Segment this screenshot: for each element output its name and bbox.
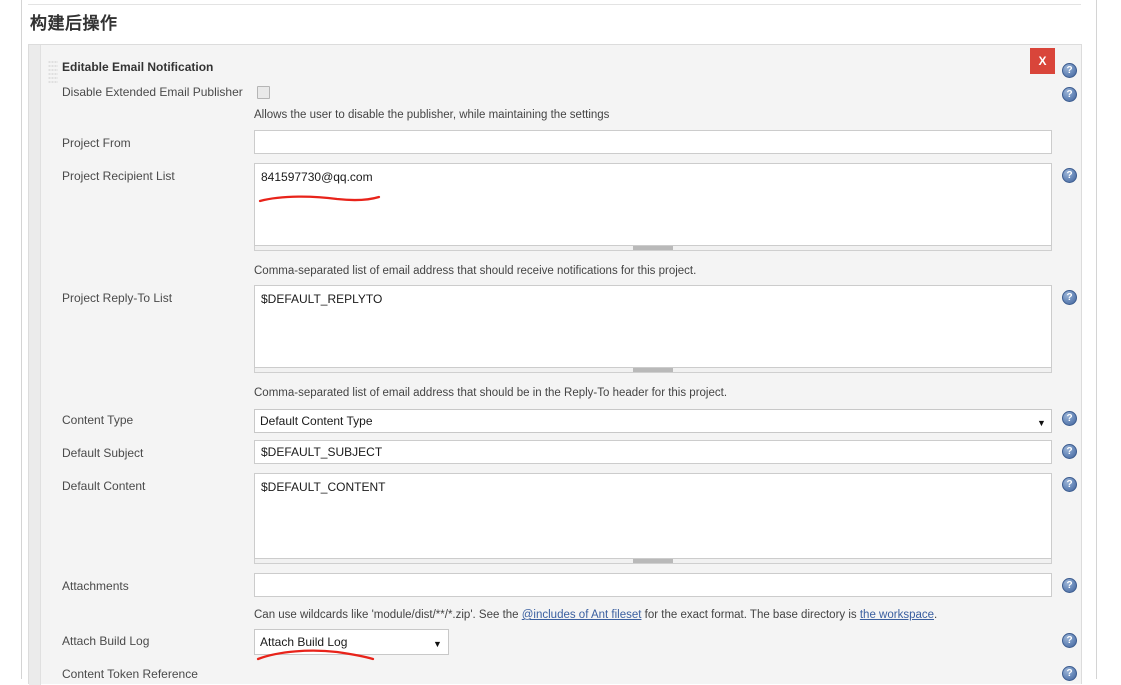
desc-disable-extended-email-publisher: Allows the user to disable the publisher… — [254, 109, 610, 121]
resize-handle-project-reply-to-list[interactable] — [254, 368, 1052, 373]
label-attachments: Attachments — [62, 579, 129, 593]
help-icon-block[interactable] — [1062, 63, 1077, 78]
desc-attachments-before: Can use wildcards like 'module/dist/**/*… — [254, 609, 522, 621]
block-title: Editable Email Notification — [62, 60, 214, 74]
help-icon-recipient-list[interactable] — [1062, 168, 1077, 183]
desc-attachments-after: . — [934, 609, 938, 621]
label-content-type: Content Type — [62, 413, 134, 427]
label-attach-build-log: Attach Build Log — [62, 634, 150, 648]
select-content-type[interactable]: Default Content TypePlain Text (text/pla… — [254, 409, 1052, 433]
help-icon-attach-build-log[interactable] — [1062, 633, 1077, 648]
drag-grip-icon[interactable] — [48, 61, 58, 83]
label-default-subject: Default Subject — [62, 446, 144, 460]
link-the-workspace[interactable]: the workspace — [860, 609, 934, 621]
page-frame: 构建后操作 Editable Email Notification X Disa… — [0, 0, 1121, 685]
resize-handle-project-recipient-list[interactable] — [254, 246, 1052, 251]
label-project-reply-to-list: Project Reply-To List — [62, 291, 173, 305]
textarea-project-recipient-list[interactable]: 841597730@qq.com — [254, 163, 1052, 246]
help-icon-content-type[interactable] — [1062, 411, 1077, 426]
input-attachments[interactable] — [254, 573, 1052, 597]
desc-project-recipient-list: Comma-separated list of email address th… — [254, 265, 697, 277]
top-divider — [28, 4, 1081, 5]
desc-project-reply-to-list: Comma-separated list of email address th… — [254, 387, 728, 399]
resize-handle-default-content[interactable] — [254, 559, 1052, 564]
help-icon-default-subject[interactable] — [1062, 444, 1077, 459]
textarea-project-reply-to-list[interactable]: $DEFAULT_REPLYTO — [254, 285, 1052, 368]
right-sidebar-divider — [1096, 0, 1097, 679]
desc-attachments-middle: for the exact format. The base directory… — [641, 609, 860, 621]
help-icon-default-content[interactable] — [1062, 477, 1077, 492]
help-icon-reply-to-list[interactable] — [1062, 290, 1077, 305]
block-drag-rail[interactable] — [29, 45, 41, 685]
input-project-from[interactable] — [254, 130, 1052, 154]
delete-block-button[interactable]: X — [1030, 48, 1055, 74]
help-icon-disable-publisher[interactable] — [1062, 87, 1077, 102]
label-default-content: Default Content — [62, 479, 146, 493]
textarea-default-content[interactable]: $DEFAULT_CONTENT — [254, 473, 1052, 559]
label-project-from: Project From — [62, 136, 131, 150]
link-ant-fileset-includes[interactable]: @includes of Ant fileset — [522, 609, 642, 621]
select-attach-build-log[interactable]: Do Not Attach Build LogAttach Build LogC… — [254, 629, 449, 655]
desc-attachments: Can use wildcards like 'module/dist/**/*… — [254, 609, 937, 621]
help-icon-attachments[interactable] — [1062, 578, 1077, 593]
post-build-action-panel: Editable Email Notification X Disable Ex… — [28, 44, 1082, 685]
checkbox-disable-extended-email-publisher[interactable] — [257, 86, 270, 99]
left-sidebar-divider — [21, 0, 22, 679]
input-default-subject[interactable] — [254, 440, 1052, 464]
page-title: 构建后操作 — [30, 14, 118, 33]
label-disable-extended-email-publisher: Disable Extended Email Publisher — [62, 85, 243, 99]
label-project-recipient-list: Project Recipient List — [62, 169, 175, 183]
